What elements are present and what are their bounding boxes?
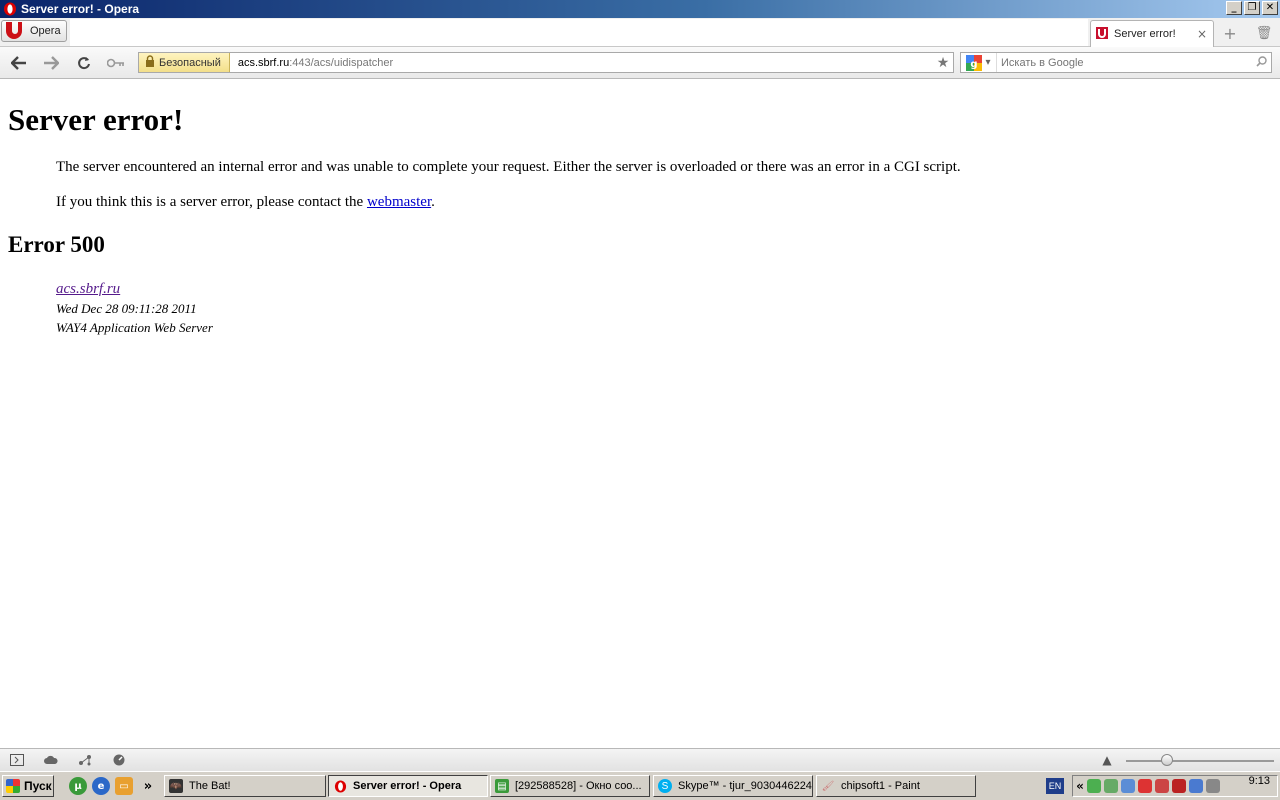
opera-logo-icon — [333, 779, 347, 793]
maximize-button[interactable]: ❐ — [1244, 1, 1260, 15]
error-timestamp: Wed Dec 28 09:11:28 2011 — [56, 301, 197, 316]
back-arrow-icon — [11, 56, 26, 70]
zoom-up-icon[interactable]: ▲ — [1099, 753, 1115, 767]
message-window-icon: ▤ — [495, 779, 509, 793]
url-path: :443/acs/uidispatcher — [289, 56, 394, 69]
clock[interactable]: 9:13 — [1249, 775, 1270, 787]
url-text[interactable]: acs.sbrf.ru:443/acs/uidispatcher — [238, 57, 933, 69]
window-title-bar: Server error! - Opera _ ❐ ✕ — [0, 0, 1280, 18]
tab-server-error[interactable]: Server error! × — [1090, 20, 1214, 47]
zoom-slider-track[interactable] — [1126, 760, 1274, 762]
search-bar: g ▾ — [960, 52, 1272, 73]
page-content: Server error! The server encountered an … — [0, 80, 1280, 748]
start-label: Пуск — [24, 779, 52, 793]
tab-label: Server error! — [1114, 28, 1176, 40]
tab-strip-space — [70, 19, 1088, 46]
task-label: Server error! - Opera — [353, 780, 462, 792]
page-favicon-icon — [1095, 26, 1109, 43]
chevron-down-icon: ▾ — [985, 57, 991, 68]
tray-expand-icon[interactable]: « — [1073, 779, 1087, 793]
tab-close-icon[interactable]: × — [1195, 27, 1209, 41]
opera-menu-button[interactable]: Opera — [1, 20, 67, 42]
wand-button[interactable] — [105, 53, 127, 73]
users-icon[interactable] — [1121, 779, 1135, 793]
google-icon: g — [966, 54, 983, 71]
svg-text:g: g — [971, 59, 978, 70]
trash-icon[interactable]: 🗑 — [1254, 23, 1274, 43]
status-bar: ▲ — [0, 748, 1280, 771]
windows-taskbar: Пуск µ e ▭ » 🦇 The Bat! Server error! - … — [0, 771, 1280, 800]
task-label: The Bat! — [189, 780, 231, 792]
webmaster-link[interactable]: webmaster — [367, 194, 431, 210]
system-tray: « — [1072, 775, 1278, 797]
zoom-slider-handle[interactable] — [1161, 754, 1173, 766]
server-signature: WAY4 Application Web Server — [56, 320, 213, 335]
navigation-toolbar: Безопасный acs.sbrf.ru:443/acs/uidispatc… — [0, 47, 1280, 79]
windows-logo-icon — [6, 779, 20, 793]
lock-icon — [145, 55, 155, 70]
task-opera[interactable]: Server error! - Opera — [328, 775, 488, 797]
key-icon — [107, 58, 124, 68]
task-label: Skype™ - tjur_9030446224 — [678, 780, 812, 792]
task-the-bat[interactable]: 🦇 The Bat! — [164, 775, 326, 797]
speed-dial-icon[interactable] — [111, 753, 127, 767]
search-engine-selector[interactable]: g ▾ — [961, 53, 997, 72]
contact-prefix: If you think this is a server error, ple… — [56, 194, 367, 210]
window-title: Server error! - Opera — [21, 2, 140, 16]
task-label: [292588528] - Окно соо... — [515, 780, 642, 792]
task-paint[interactable]: 🖌 chipsoft1 - Paint — [816, 775, 976, 797]
security-badge[interactable]: Безопасный — [139, 53, 230, 72]
task-skype[interactable]: S Skype™ - tjur_9030446224 — [653, 775, 813, 797]
paint-icon: 🖌 — [821, 780, 835, 792]
utorrent-icon[interactable]: µ — [69, 777, 87, 795]
language-indicator[interactable]: EN — [1046, 778, 1064, 794]
quick-launch-more[interactable]: » — [139, 777, 157, 795]
back-button[interactable] — [8, 53, 30, 73]
cloud-icon[interactable] — [43, 753, 59, 767]
close-button[interactable]: ✕ — [1262, 1, 1278, 15]
blocked-icon[interactable] — [1138, 779, 1152, 793]
reload-icon — [78, 57, 90, 70]
security-label: Безопасный — [159, 56, 221, 69]
the-bat-icon: 🦇 — [169, 779, 183, 793]
reload-button[interactable] — [73, 53, 95, 73]
settings-icon[interactable] — [1206, 779, 1220, 793]
new-tab-button[interactable]: + — [1220, 23, 1240, 43]
forward-button[interactable] — [40, 53, 62, 73]
contact-message: If you think this is a server error, ple… — [56, 194, 435, 211]
minimize-button[interactable]: _ — [1226, 1, 1242, 15]
url-host: acs.sbrf.ru — [237, 56, 290, 69]
internet-explorer-icon[interactable]: e — [92, 777, 110, 795]
start-button[interactable]: Пуск — [2, 775, 54, 797]
task-message-window[interactable]: ▤ [292588528] - Окно соо... — [490, 775, 650, 797]
address-bar[interactable]: Безопасный acs.sbrf.ru:443/acs/uidispatc… — [138, 52, 954, 73]
antivirus-icon[interactable] — [1087, 779, 1101, 793]
opera-logo-icon — [4, 21, 24, 42]
task-label: chipsoft1 - Paint — [841, 780, 920, 792]
tab-bar: Opera Server error! × + 🗑 — [0, 18, 1280, 47]
error-message: The server encountered an internal error… — [56, 159, 961, 175]
panel-toggle-icon[interactable] — [9, 753, 25, 767]
search-icon[interactable] — [1251, 55, 1271, 70]
bookmark-star-icon[interactable]: ★ — [933, 55, 953, 71]
tools-icon[interactable] — [1155, 779, 1169, 793]
skype-icon: S — [658, 779, 672, 793]
opera-logo-icon — [2, 1, 18, 17]
opera-menu-label: Opera — [30, 25, 61, 37]
server-address: acs.sbrf.ru Wed Dec 28 09:11:28 2011 WAY… — [56, 279, 213, 337]
desktop-icon[interactable]: ▭ — [115, 777, 133, 795]
host-link[interactable]: acs.sbrf.ru — [56, 281, 120, 297]
forward-arrow-icon — [44, 56, 59, 70]
error-code-heading: Error 500 — [8, 232, 105, 257]
page-title: Server error! — [8, 102, 184, 137]
contact-suffix: . — [431, 194, 435, 210]
network-icon[interactable] — [1104, 779, 1118, 793]
search-input[interactable] — [997, 56, 1251, 69]
shield-icon[interactable] — [1172, 779, 1186, 793]
unite-icon[interactable] — [77, 753, 93, 767]
monitor-icon[interactable] — [1189, 779, 1203, 793]
